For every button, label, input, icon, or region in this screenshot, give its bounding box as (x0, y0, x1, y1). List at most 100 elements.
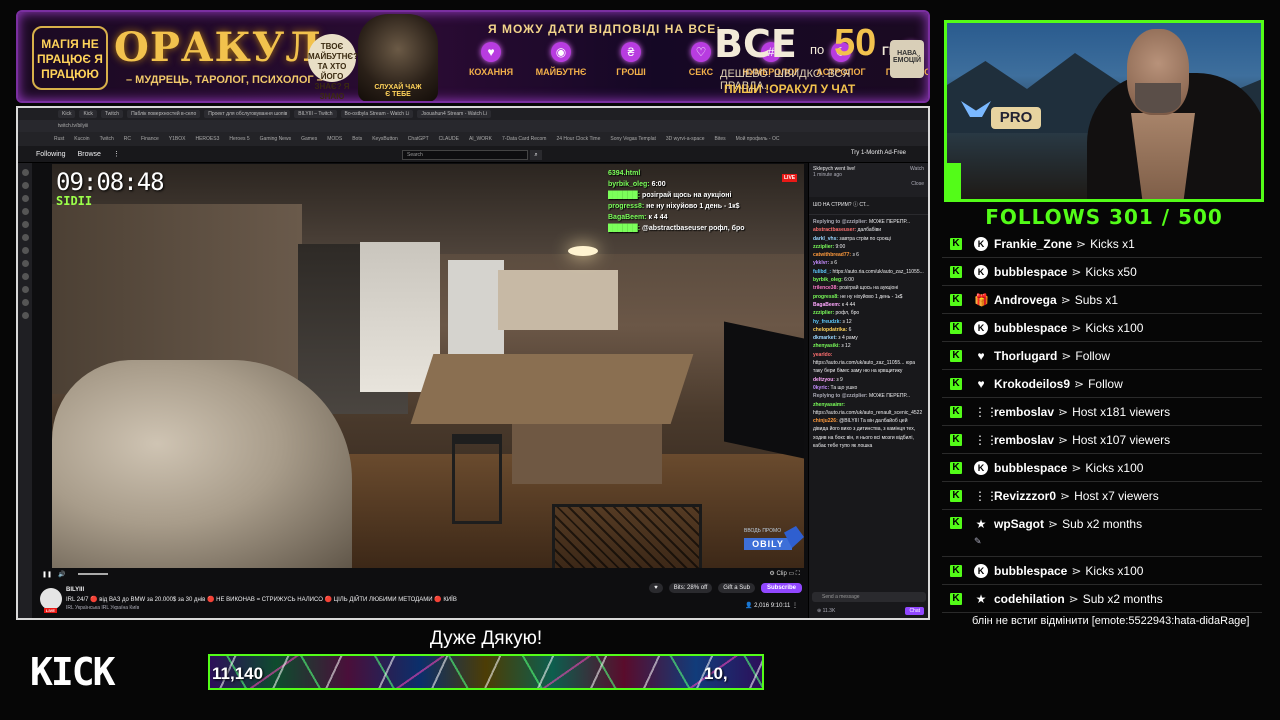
video-player[interactable]: 09:08:48 SIDII 6394.html byrbik_oleg: 6:… (52, 164, 804, 568)
channel-points[interactable]: ⊕ 11.3K (817, 608, 835, 614)
chat-username[interactable]: dkmarket: (813, 335, 837, 341)
bookmark-item[interactable]: Games (301, 136, 317, 142)
chat-text: к 4 44 (841, 301, 856, 308)
kick-icon: K (950, 461, 962, 474)
browser-tab[interactable]: Проект для обслуговування шопів (204, 110, 291, 118)
event-row: K ⋮⋮ Revizzzor0 ⋗ Host x7 viewers (942, 482, 1262, 510)
browser-tab[interactable]: BILYIII – Twitch (294, 110, 337, 118)
browser-tab[interactable]: Паблік поверхностей в-село (127, 110, 201, 118)
volume-icon[interactable]: 🔊 (58, 571, 65, 578)
chat-username[interactable]: chinju226: (813, 418, 838, 424)
player-right-controls[interactable]: ⚙ Clip ▭ ⛶ (769, 570, 800, 578)
bits-button[interactable]: Bits: 28% off (668, 583, 713, 593)
separator-icon: ⋗ (1058, 432, 1069, 447)
address-bar[interactable]: twitch.tv/bilyiii (18, 120, 928, 132)
channel-avatar[interactable] (21, 234, 29, 241)
chat-username[interactable]: zzziplier: (813, 310, 834, 316)
bookmark-item[interactable]: Gaming News (260, 136, 291, 142)
chat-username[interactable]: abstractbaseuser: (813, 227, 856, 233)
volume-slider[interactable] (77, 573, 108, 575)
chat-button[interactable]: Chat (905, 607, 924, 615)
bookmark-item[interactable]: 3D wyrvi-a-space (666, 136, 705, 142)
chat-username[interactable]: deltzyou: (813, 377, 835, 383)
more-menu-icon[interactable]: ⋮ (113, 150, 120, 158)
bookmark-item[interactable]: Sony Vegas Templat (610, 136, 656, 142)
chat-username[interactable]: fulibd_: (813, 269, 831, 275)
channel-avatar[interactable] (40, 588, 62, 610)
browser-tab[interactable]: Twitch (100, 110, 124, 118)
chat-username[interactable]: catwithbread77: (813, 252, 851, 258)
subscribe-button[interactable]: Subscribe (760, 583, 802, 593)
gift-sub-button[interactable]: Gift a Sub (718, 583, 755, 593)
bookmark-item[interactable]: Twitch (100, 136, 114, 142)
chat-username[interactable]: zhenyasaimr: (813, 402, 845, 408)
pinned-message[interactable]: ШО НА СТРИМ? ⓘ СТ... (809, 197, 928, 215)
stream-tag: SIDII (56, 194, 93, 208)
search-input[interactable]: Search (402, 150, 528, 160)
channel-avatar[interactable] (21, 286, 29, 293)
channel-avatar[interactable] (21, 312, 29, 319)
chat-username[interactable]: Replying to @zzziplier: (813, 219, 868, 225)
chat-username[interactable]: progress8: (813, 294, 839, 300)
browser-tab[interactable]: Kick (58, 110, 76, 118)
channel-avatar[interactable] (21, 169, 29, 176)
browse-link[interactable]: Browse (78, 151, 101, 158)
chat-username[interactable]: trilence38: (813, 285, 838, 291)
channel-avatar[interactable] (21, 273, 29, 280)
channel-name[interactable]: BILYIII (66, 587, 84, 593)
bookmark-item[interactable]: Heroes 5 (229, 136, 249, 142)
channel-avatar[interactable] (21, 260, 29, 267)
bookmark-item[interactable]: Bites (715, 136, 726, 142)
channel-avatar[interactable] (21, 195, 29, 202)
pause-icon[interactable]: ❚❚ (42, 571, 52, 578)
chat-username[interactable]: chelopdatrika: (813, 327, 847, 333)
channel-avatar[interactable] (21, 182, 29, 189)
send-message-input[interactable]: Send a message (812, 592, 926, 602)
watch-button[interactable]: Watch (910, 166, 924, 172)
separator-icon: ⋗ (1060, 292, 1071, 307)
chat-username[interactable]: ykklvr: (813, 260, 829, 266)
bookmark-item[interactable]: ChatGPT (408, 136, 429, 142)
chat-username[interactable]: Replying to @zzziplier: (813, 393, 868, 399)
bookmark-item[interactable]: HEROES3 (195, 136, 219, 142)
following-link[interactable]: Following (36, 151, 66, 158)
browser-tab[interactable]: Bo-ostbyla Stream - Watch Li (340, 110, 414, 118)
bookmark-item[interactable]: Мой профиль - ОС (736, 136, 780, 142)
bookmark-item[interactable]: RC (124, 136, 131, 142)
chat-username[interactable]: yearldo: (813, 352, 832, 358)
ad-free-promo[interactable]: Try 1-Month Ad-Free (851, 150, 906, 156)
bookmark-item[interactable]: Y1BOX (169, 136, 186, 142)
chat-username[interactable]: byrbik_oleg: (813, 277, 843, 283)
bookmark-item[interactable]: KeysButton (372, 136, 398, 142)
channel-avatar[interactable] (21, 247, 29, 254)
bookmark-item[interactable]: 24 Hour Clock Time (556, 136, 600, 142)
browser-tab[interactable]: Jsouahun4 Stream - Watch Li (417, 110, 492, 118)
separator-icon: ⋗ (1071, 264, 1082, 279)
bookmark-item[interactable]: AI_WORK (469, 136, 492, 142)
heart-icon[interactable]: ♥ (649, 583, 663, 593)
bookmark-item[interactable]: Bots (352, 136, 362, 142)
kick-coin-icon: K (974, 264, 988, 279)
chat-username[interactable]: darkl_vhs: (813, 236, 838, 242)
channel-avatar[interactable] (21, 208, 29, 215)
chat-username[interactable]: hy_freudzk: (813, 319, 841, 325)
search-icon[interactable]: ⌕ (530, 150, 542, 160)
channel-avatar[interactable] (21, 221, 29, 228)
banner-title: ОРАКУЛ (114, 24, 322, 71)
bookmark-item[interactable]: Finance (141, 136, 159, 142)
bookmark-item[interactable]: CLAUDE (439, 136, 459, 142)
chat-username[interactable]: zzziplier: (813, 244, 834, 250)
video-chat-overlay: 6394.html byrbik_oleg: 6:00 ██████: розі… (608, 168, 745, 234)
channel-avatar[interactable] (21, 299, 29, 306)
bookmark-item[interactable]: Kucoin (74, 136, 89, 142)
bookmark-item[interactable]: Rust (54, 136, 64, 142)
chat-username[interactable]: 0kyric: (813, 385, 829, 391)
bookmark-item[interactable]: MODS (327, 136, 342, 142)
stream-tags[interactable]: IRL Українська IRL Україна Київ (66, 605, 139, 611)
browser-tab[interactable]: Kick (79, 110, 97, 118)
chat-username[interactable]: zhenyasiki: (813, 343, 840, 349)
close-button[interactable]: Close (911, 181, 924, 187)
chat-username[interactable]: BagaBeem: (813, 302, 841, 308)
bookmark-item[interactable]: 7-Data Card Recom (502, 136, 546, 142)
event-user: bubblespace (994, 264, 1068, 279)
